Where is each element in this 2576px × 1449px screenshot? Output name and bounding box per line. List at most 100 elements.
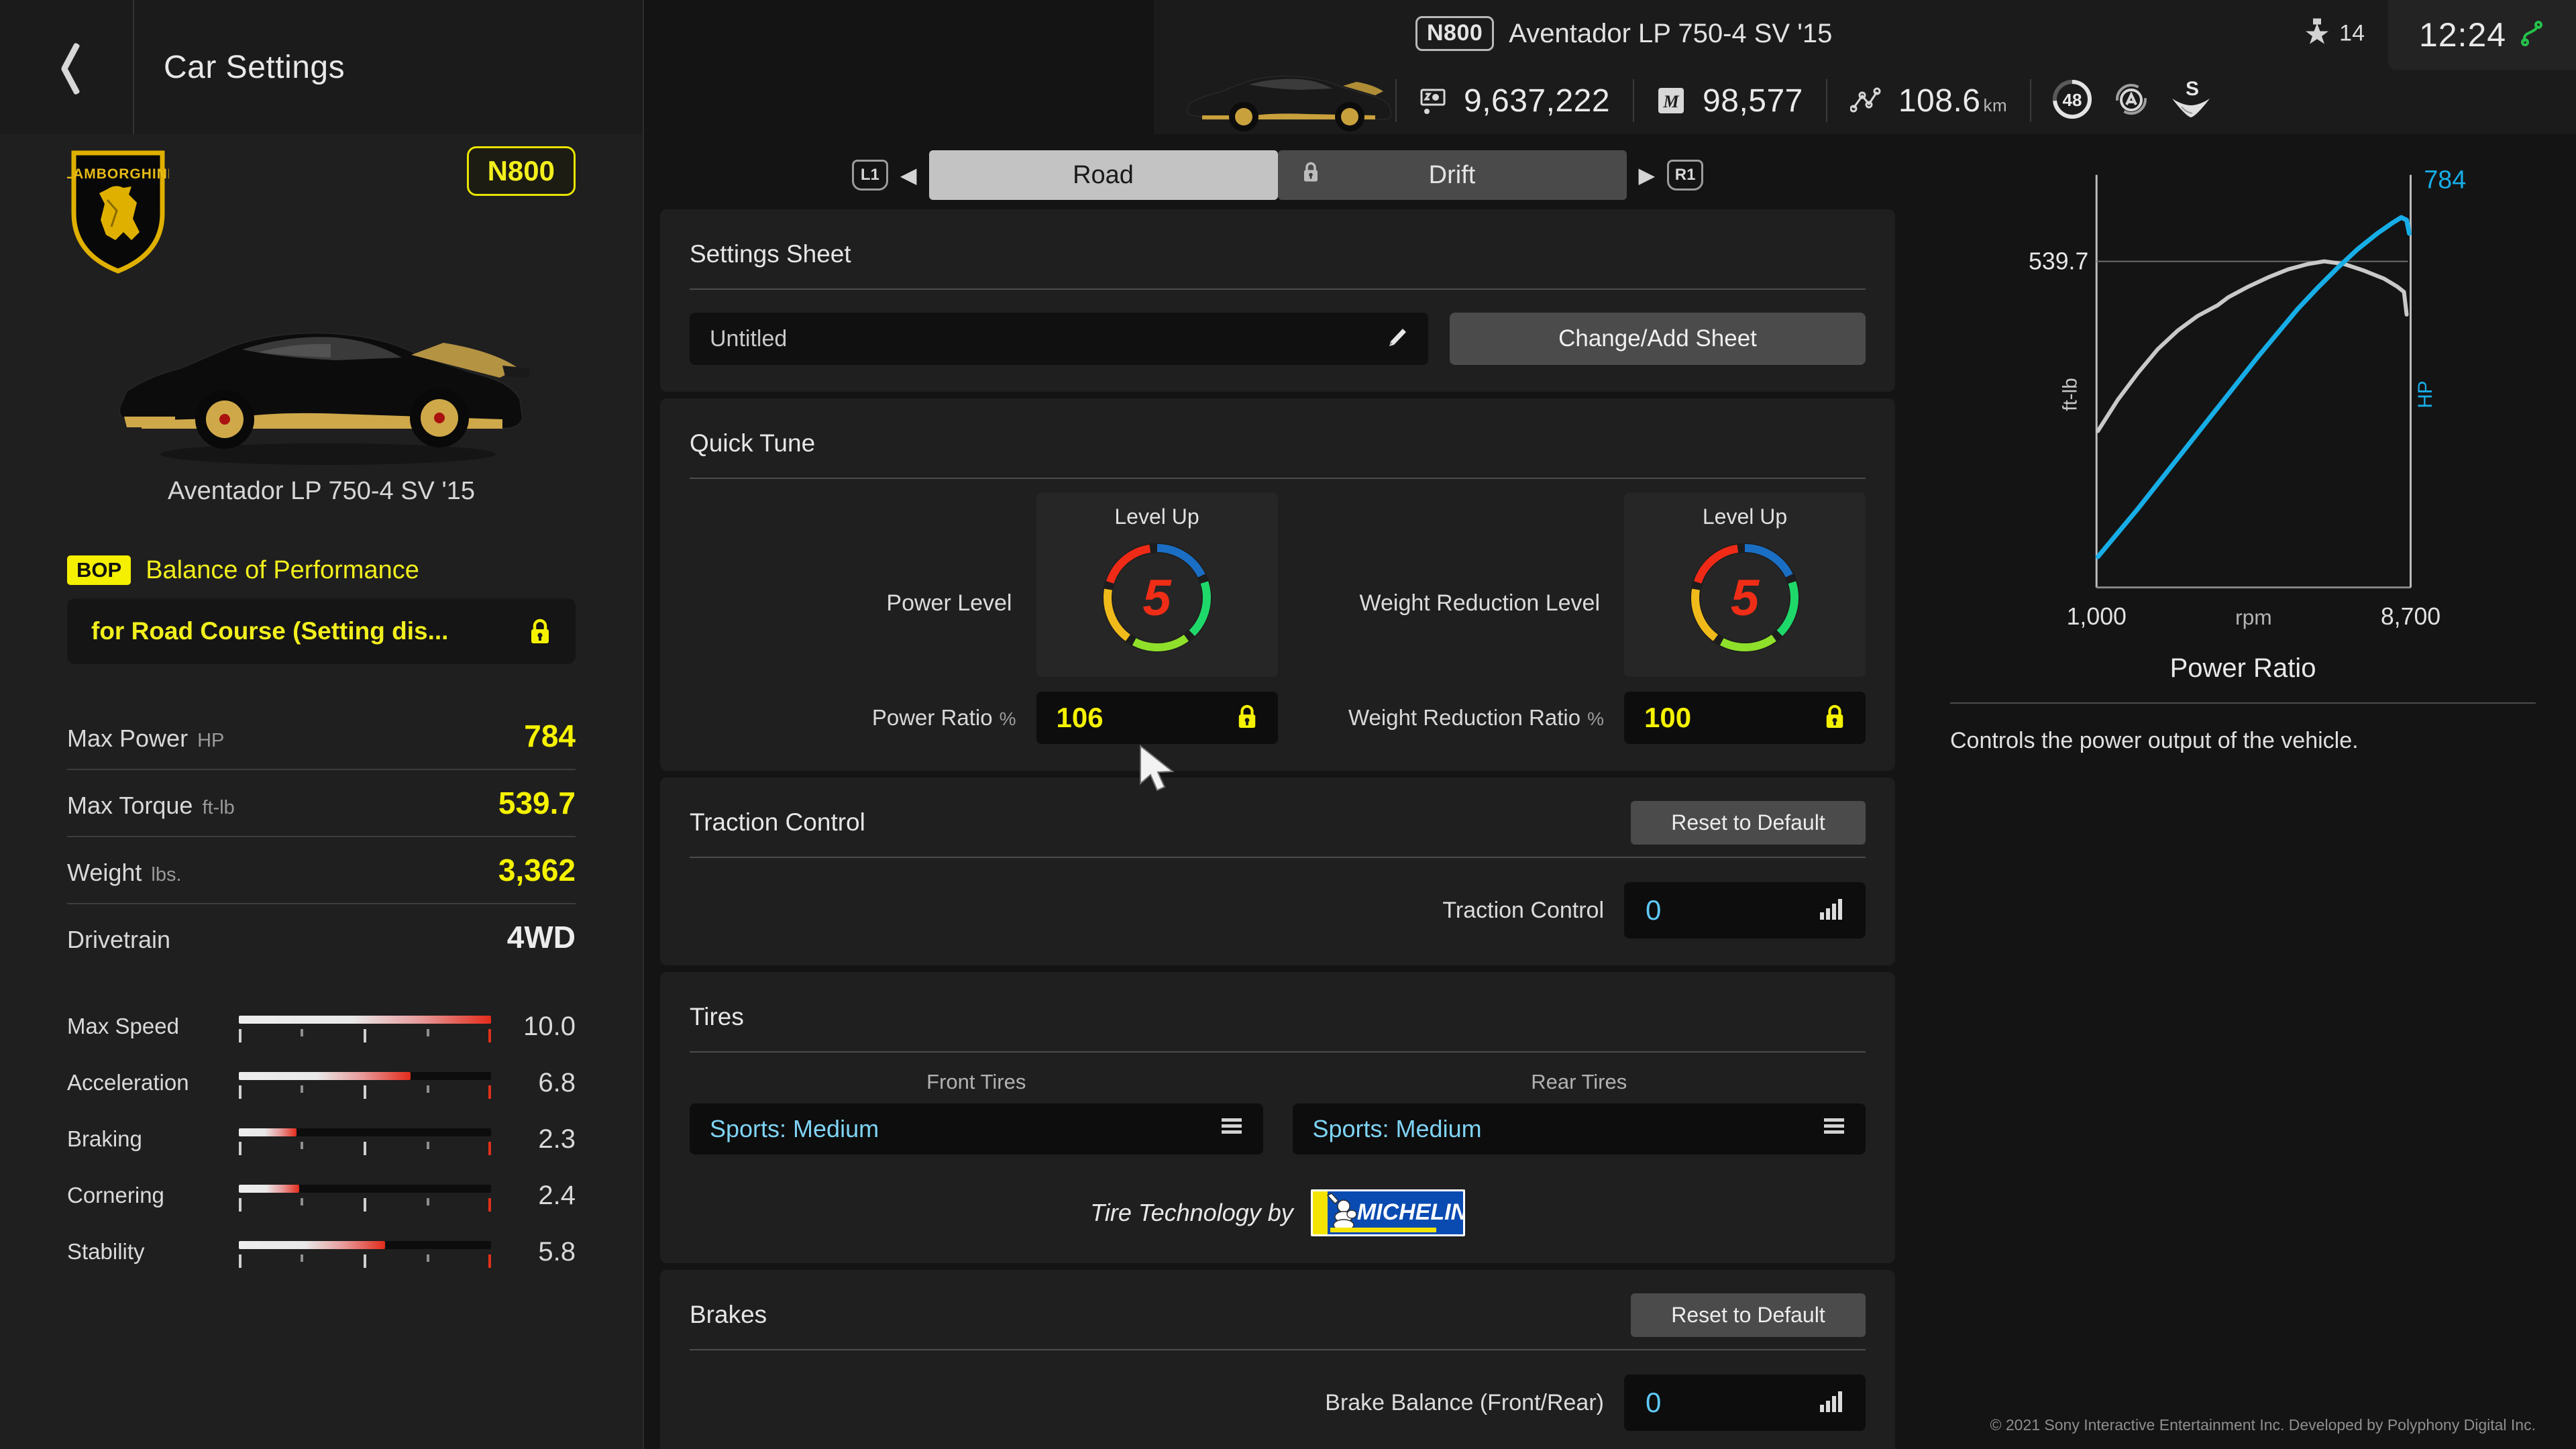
bop-label: Balance of Performance [146,555,419,584]
weight-level-up-label: Level Up [1702,504,1788,529]
traction-control-header: Traction Control Reset to Default [690,798,1866,847]
power-level-gauge-panel[interactable]: Level Up 5 [1036,492,1278,677]
spec-name: Max Torque [67,792,193,819]
sheet-name-field[interactable]: Untitled [690,313,1428,365]
performance-value: 5.8 [538,1236,576,1267]
bop-detail-box[interactable]: for Road Course (Setting dis... [67,598,576,664]
tab-drift[interactable]: Drift [1277,150,1627,200]
header-car-name: Aventador LP 750-4 SV '15 [1509,18,1833,48]
power-ratio-field[interactable]: 106 [1036,692,1278,744]
lock-icon[interactable] [1824,704,1845,733]
chevron-left-icon[interactable]: ◀ [888,162,929,188]
car-settings-screen: Car Settings N800 Aventador LP 750-4 SV … [0,0,2576,1449]
sportsmanship-icon[interactable]: S [2169,78,2212,123]
star-icon [2306,18,2329,49]
brake-balance-row: Brake Balance (Front/Rear) 0 [690,1375,1866,1431]
back-button[interactable] [0,0,134,134]
star-rating-group: 14 [2306,18,2365,49]
settings-sheet-header: Settings Sheet [690,229,1866,279]
chart-x-axis-label: rpm [2235,605,2272,629]
traction-control-title: Traction Control [690,808,865,836]
tire-technology-row: Tire Technology by MICHELIN [690,1189,1866,1236]
spec-value: 3,362 [498,853,576,888]
rear-tires-value: Sports: Medium [1312,1115,1482,1142]
mileage-points-value: 98,577 [1703,83,1803,119]
settings-scroll-area[interactable]: Settings Sheet Untitled Change/Add Sheet [645,209,1910,1449]
divider [690,1051,1866,1053]
brake-balance-label: Brake Balance (Front/Rear) [1325,1389,1604,1415]
spec-name: Max Power [67,724,189,752]
front-tires-field[interactable]: Sports: Medium [690,1104,1263,1155]
l1-button-hint[interactable]: L1 [851,160,888,191]
settings-main-panel: L1 ◀ Road Drift ▶ R1 Settings Sheet Unti… [645,134,1910,1449]
bars-stepper-icon[interactable] [1819,1390,1844,1416]
top-bar: Car Settings N800 Aventador LP 750-4 SV … [0,0,2576,134]
info-panel-body: Controls the power output of the vehicle… [1950,728,2359,753]
performance-row: Cornering 2.4 [67,1167,576,1224]
tire-technology-text: Tire Technology by [1090,1199,1293,1226]
brake-balance-field[interactable]: 0 [1624,1375,1866,1431]
distance-graph-icon [1849,87,1881,115]
spec-row: Weight lbs. 3,362 [67,837,576,904]
sidebar-logo-row: LAMBORGHINI N800 [64,134,576,277]
performance-bar [239,1234,492,1269]
bop-tag: BOP [67,555,131,585]
brake-balance-value: 0 [1646,1387,1662,1418]
star-count: 14 [2339,20,2365,46]
performance-value: 6.8 [538,1067,576,1097]
svg-text:LAMBORGHINI: LAMBORGHINI [67,166,169,182]
chevron-right-icon[interactable]: ▶ [1627,162,1668,188]
power-level-up-label: Level Up [1114,504,1199,529]
rear-tires-field[interactable]: Sports: Medium [1292,1104,1866,1155]
svg-text:S: S [2186,78,2199,100]
bars-stepper-icon[interactable] [1819,898,1844,924]
quick-tune-card: Quick Tune Power Level Level Up 5 Weight… [660,398,1895,771]
info-panel: 539.7 784 ft-lb HP 1,000 rpm 8,700 Power… [1910,134,2576,1449]
tab-road-label: Road [1073,160,1134,189]
weight-level-value: 5 [1730,569,1760,627]
power-ratio-unit: % [999,708,1016,729]
spec-list: Max Power HP 784 Max Torque ft-lb 539.7 We… [67,703,576,970]
traction-reset-button[interactable]: Reset to Default [1631,800,1866,845]
performance-row: Stability 5.8 [67,1224,576,1280]
quick-tune-ratios: Power Ratio% 106 Weight Reduction Ratio%… [690,692,1866,744]
svg-text:M: M [1662,92,1679,111]
mileage-points-stat: M 98,577 [1634,67,1826,134]
list-icon[interactable] [1220,1117,1243,1142]
michelin-logo: MICHELIN [1310,1189,1465,1236]
settings-sheet-row: Untitled Change/Add Sheet [690,313,1866,365]
collector-level-icon[interactable] [2110,78,2152,123]
list-icon[interactable] [1823,1117,1845,1142]
spec-unit: ft-lb [202,797,235,818]
front-tires-header: Front Tires [926,1070,1026,1093]
sidebar-category-badge: N800 [466,146,576,196]
quick-tune-header: Quick Tune [690,419,1866,468]
settings-sheet-card: Settings Sheet Untitled Change/Add Sheet [660,209,1895,392]
r1-button-hint[interactable]: R1 [1667,160,1704,191]
weight-level-gauge-panel[interactable]: Level Up 5 [1624,492,1866,677]
rear-tires-group: Rear Tires Sports: Medium [1292,1070,1866,1155]
change-add-sheet-button[interactable]: Change/Add Sheet [1450,313,1866,365]
weight-ratio-field[interactable]: 100 [1624,692,1866,744]
power-ratio-value: 106 [1056,702,1104,733]
chart-power-peak-label: 784 [2424,165,2466,193]
level-ring-icon[interactable]: 48 [2051,78,2093,123]
performance-bar [239,1009,492,1044]
spec-row: Drivetrain 4WD [67,904,576,970]
spec-value: 539.7 [498,786,576,820]
spec-value: 4WD [506,920,576,955]
chart-x-max-label: 8,700 [2381,603,2440,630]
clock-widget: 12:24 [2388,0,2576,70]
tab-strip: L1 ◀ Road Drift ▶ R1 [645,134,1910,209]
traction-control-field[interactable]: 0 [1624,882,1866,938]
tires-card: Tires Front Tires Sports: Medium Rear Ti… [660,972,1895,1263]
power-ratio-label: Power Ratio% [871,705,1016,730]
sheet-name-value: Untitled [710,325,788,352]
pencil-icon[interactable] [1385,326,1408,352]
brakes-reset-button[interactable]: Reset to Default [1631,1293,1866,1337]
lock-icon[interactable] [1236,704,1258,733]
tab-road[interactable]: Road [928,150,1278,200]
car-sidebar: LAMBORGHINI N800 Aventador LP 750-4 SV '… [0,134,644,1449]
power-level-gauge: 5 [1097,537,1218,658]
power-torque-chart-svg: 539.7 784 ft-lb HP 1,000 rpm 8,700 [2029,165,2466,630]
